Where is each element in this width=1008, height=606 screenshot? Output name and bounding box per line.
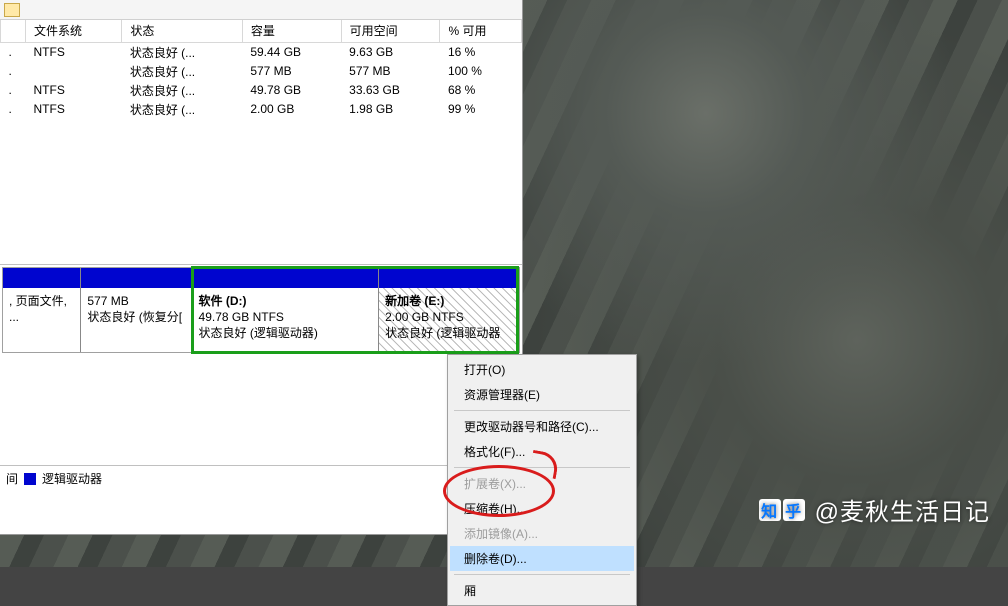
col-pct[interactable]: % 可用 xyxy=(440,20,522,42)
menu-item: 扩展卷(X)... xyxy=(450,471,634,496)
col-capacity[interactable]: 容量 xyxy=(242,20,341,42)
table-header-row: 文件系统 状态 容量 可用空间 % 可用 xyxy=(1,20,522,42)
menu-separator xyxy=(454,410,630,411)
menu-item[interactable]: 压缩卷(H)... xyxy=(450,496,634,521)
volume-map: , 页面文件, ...577 MB状态良好 (恢复分[软件 (D:)49.78 … xyxy=(0,267,522,353)
volume-block[interactable]: 软件 (D:)49.78 GB NTFS状态良好 (逻辑驱动器) xyxy=(192,268,379,352)
legend: 间 逻辑驱动器 xyxy=(0,465,522,491)
menu-item[interactable]: 厢 xyxy=(450,578,634,603)
legend-label-logical: 逻辑驱动器 xyxy=(42,470,102,487)
col-free[interactable]: 可用空间 xyxy=(341,20,440,42)
toolbar-icon xyxy=(4,3,20,17)
menu-item[interactable]: 打开(O) xyxy=(450,357,634,382)
volume-block[interactable]: 577 MB状态良好 (恢复分[ xyxy=(80,268,191,352)
col-filesystem[interactable]: 文件系统 xyxy=(26,20,122,42)
zhihu-logo: 知 乎 xyxy=(759,499,805,521)
menu-item[interactable]: 更改驱动器号和路径(C)... xyxy=(450,414,634,439)
volume-block[interactable]: 新加卷 (E:)2.00 GB NTFS状态良好 (逻辑驱动器 xyxy=(378,268,519,352)
menu-item: 添加镜像(A)... xyxy=(450,521,634,546)
menu-item[interactable]: 格式化(F)... xyxy=(450,439,634,464)
table-row[interactable]: .NTFS状态良好 (...49.78 GB33.63 GB68 % xyxy=(1,81,522,100)
watermark-text: @麦秋生活日记 xyxy=(815,492,990,527)
legend-prefix: 间 xyxy=(6,470,18,487)
disk-row: , 页面文件, ...577 MB状态良好 (恢复分[软件 (D:)49.78 … xyxy=(2,267,520,353)
context-menu: 打开(O)资源管理器(E) 更改驱动器号和路径(C)...格式化(F)... 扩展卷… xyxy=(447,354,637,606)
menu-separator xyxy=(454,574,630,575)
table-row[interactable]: .状态良好 (...577 MB577 MB100 % xyxy=(1,62,522,81)
disk-management-window: 文件系统 状态 容量 可用空间 % 可用 .NTFS状态良好 (...59.44… xyxy=(0,0,523,535)
watermark: 知 乎 @麦秋生活日记 xyxy=(759,492,990,527)
col-status[interactable]: 状态 xyxy=(122,20,243,42)
legend-swatch-logical xyxy=(24,473,36,485)
menu-separator xyxy=(454,467,630,468)
menu-item[interactable]: 删除卷(D)... xyxy=(450,546,634,571)
table-row[interactable]: .NTFS状态良好 (...59.44 GB9.63 GB16 % xyxy=(1,42,522,62)
volume-block[interactable]: , 页面文件, ... xyxy=(3,268,80,352)
menu-item[interactable]: 资源管理器(E) xyxy=(450,382,634,407)
volume-table: 文件系统 状态 容量 可用空间 % 可用 .NTFS状态良好 (...59.44… xyxy=(0,20,522,265)
table-row[interactable]: .NTFS状态良好 (...2.00 GB1.98 GB99 % xyxy=(1,100,522,119)
toolbar xyxy=(0,0,522,20)
